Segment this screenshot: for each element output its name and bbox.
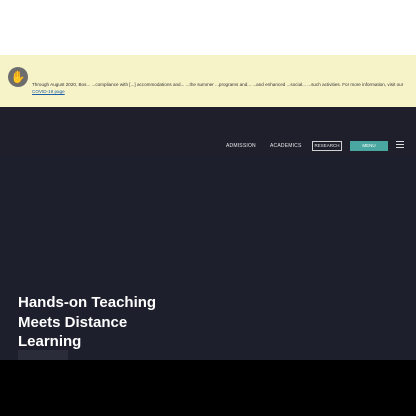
hand-icon: ✋: [8, 67, 28, 87]
nav-item-academics[interactable]: ACADEMICS: [270, 142, 302, 150]
page-bottom-area: [0, 360, 416, 416]
nav-item-research[interactable]: RESEARCH: [312, 141, 342, 151]
hero-heading: Hands-on Teaching Meets Distance Learnin…: [18, 294, 157, 350]
menu-button[interactable]: MENU: [350, 141, 388, 151]
hamburger-icon[interactable]: [396, 141, 404, 149]
notice-text: Through August 2020, Bos... ...complianc…: [32, 82, 404, 87]
covid-page-link[interactable]: COVID-19 page: [32, 89, 65, 94]
page-top-area: [0, 0, 416, 55]
nav-item-admission[interactable]: ADMISSION: [226, 142, 256, 150]
notice-banner-text: Through August 2020, Bos... ...complianc…: [32, 81, 408, 95]
